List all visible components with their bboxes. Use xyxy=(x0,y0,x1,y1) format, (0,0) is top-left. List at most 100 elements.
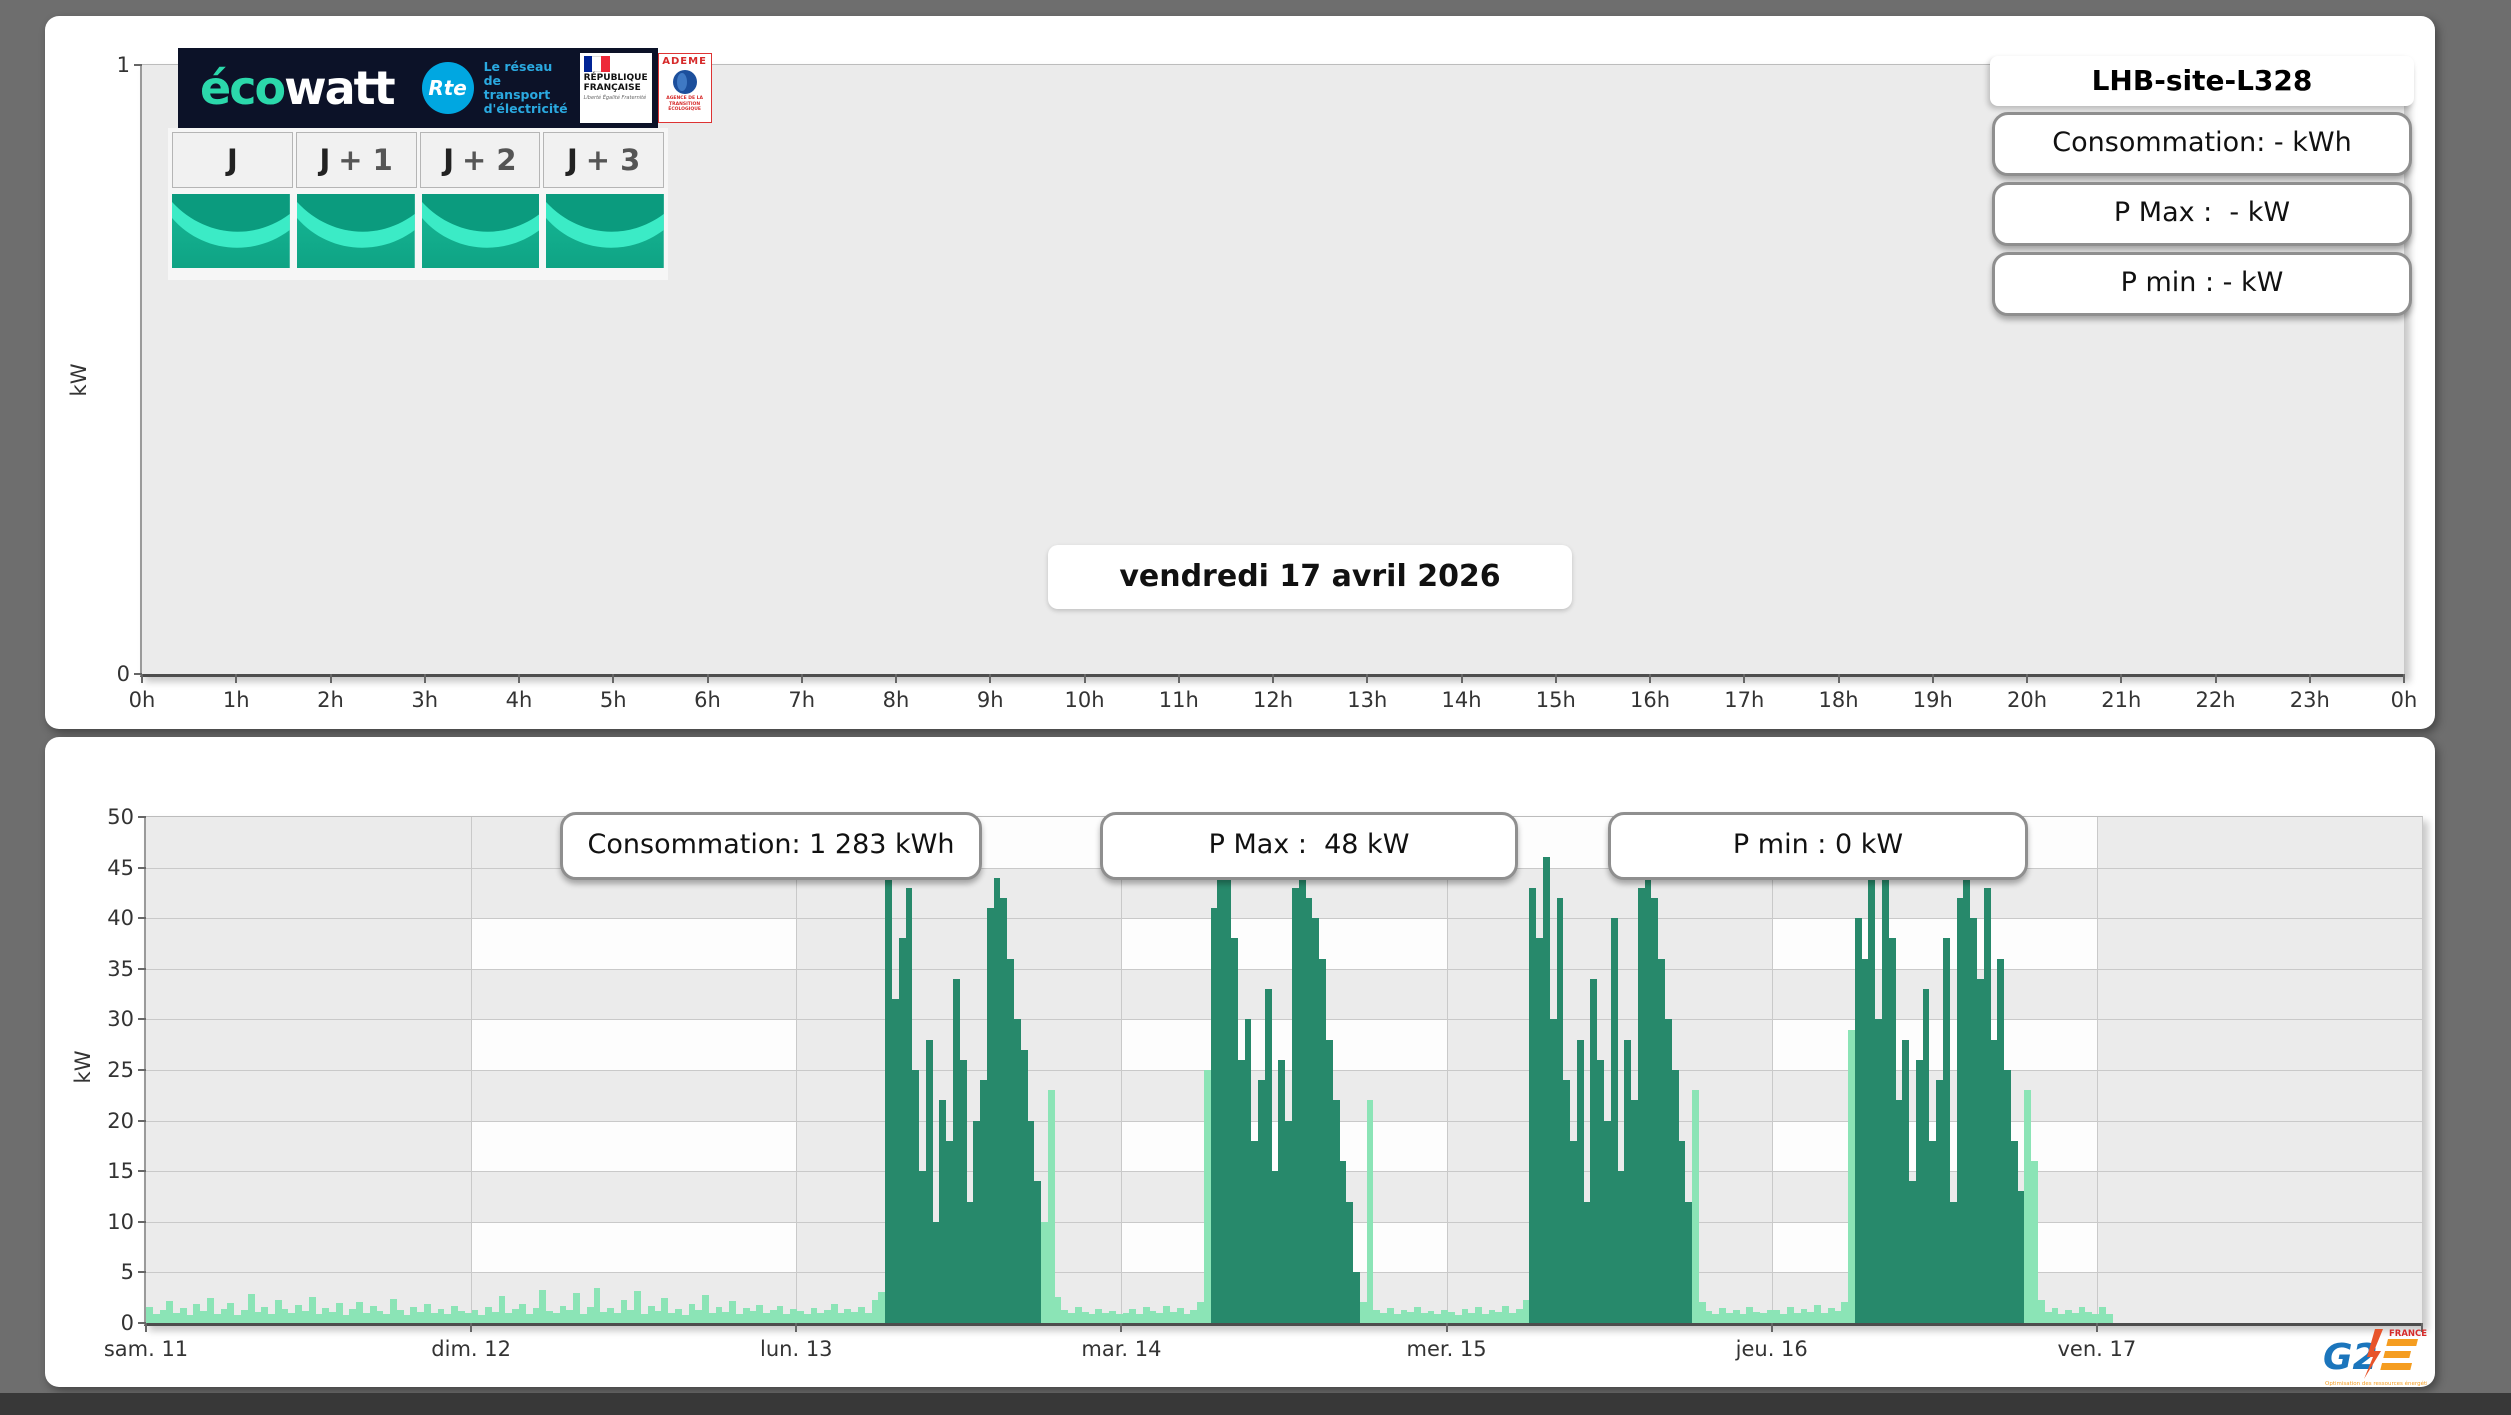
day-pmin-stat: P min : - kW xyxy=(1992,252,2412,316)
bar-slot xyxy=(2058,817,2066,1323)
power-bar xyxy=(1203,1070,1211,1323)
bar-slot xyxy=(1651,817,1659,1323)
day-button-j[interactable]: J xyxy=(172,132,293,188)
bar-slot xyxy=(268,817,275,1323)
top-chart-xtick-mark xyxy=(1743,674,1746,683)
top-chart-xtick-mark xyxy=(1177,674,1180,683)
bar-slot xyxy=(1210,817,1218,1323)
bar-slot xyxy=(966,817,974,1323)
power-bar xyxy=(1176,1307,1184,1323)
power-bar xyxy=(288,1312,296,1323)
power-bar xyxy=(1366,1100,1374,1323)
bar-slot xyxy=(810,817,818,1323)
power-bar xyxy=(274,1299,282,1323)
bar-slot xyxy=(905,817,913,1323)
power-bar xyxy=(200,1310,208,1323)
power-bar xyxy=(566,1309,574,1323)
power-bar xyxy=(2051,1307,2059,1323)
week-chart-y-axis-label: kW xyxy=(71,1050,95,1084)
bar-slot xyxy=(451,817,458,1323)
power-bar xyxy=(1990,1039,1998,1323)
bar-slot xyxy=(627,817,635,1323)
top-chart-hour-label: 12h xyxy=(1252,688,1294,712)
power-bar xyxy=(1231,938,1238,1323)
bar-slot xyxy=(1122,817,1130,1323)
power-bar xyxy=(695,1309,703,1323)
week-chart-day-label: ven. 17 xyxy=(2057,1337,2137,1361)
week-chart-ytick-label: 40 xyxy=(107,906,134,931)
bar-slot xyxy=(783,817,791,1323)
rte-tagline: Le réseau de transport d'électricité xyxy=(483,59,568,116)
top-chart-hour-label: 0h xyxy=(128,688,156,712)
day-button-j-plus-1[interactable]: J + 1 xyxy=(295,132,417,188)
day-button-j-plus-2[interactable]: J + 2 xyxy=(419,132,541,188)
ecowatt-gauge-day-3[interactable] xyxy=(546,194,664,268)
bar-slot xyxy=(2031,817,2038,1323)
ecowatt-gauge-day-2[interactable] xyxy=(421,194,540,268)
power-bar xyxy=(830,1303,838,1323)
bar-slot xyxy=(1346,817,1354,1323)
top-chart-hour-label: 9h xyxy=(976,688,1004,712)
bar-slot xyxy=(1583,817,1591,1323)
bar-slot xyxy=(1746,817,1754,1323)
power-bar xyxy=(532,1307,540,1323)
power-bar xyxy=(1868,877,1876,1323)
power-bar xyxy=(1224,857,1231,1323)
power-bar xyxy=(1576,1039,1584,1323)
power-bar xyxy=(1332,1100,1340,1323)
power-bar xyxy=(1814,1304,1821,1323)
top-chart-xtick-mark xyxy=(1460,674,1463,683)
bar-slot xyxy=(295,817,302,1323)
power-bar xyxy=(505,1312,513,1323)
power-bar xyxy=(2105,1313,2113,1323)
bar-slot xyxy=(763,817,770,1323)
power-bar xyxy=(464,1312,472,1323)
power-bar xyxy=(1454,1314,1462,1323)
bar-slot xyxy=(1603,817,1611,1323)
power-bar xyxy=(1529,887,1537,1323)
republique-francaise-logo: RÉPUBLIQUE FRANÇAISE Liberté Égalité Fra… xyxy=(579,53,652,123)
bar-slot xyxy=(315,817,323,1323)
power-bar xyxy=(1081,1311,1089,1323)
bar-slot xyxy=(1827,817,1835,1323)
power-bar xyxy=(1156,1312,1164,1323)
bar-slot xyxy=(2187,817,2194,1323)
power-bar xyxy=(1319,958,1326,1323)
bar-slot xyxy=(2228,817,2235,1323)
power-bar xyxy=(1902,1039,1910,1323)
power-bar xyxy=(1346,1201,1354,1323)
bar-slot xyxy=(1115,817,1123,1323)
top-chart-hour-label: 18h xyxy=(1818,688,1859,712)
power-bar xyxy=(390,1298,397,1323)
power-bar xyxy=(627,1309,635,1323)
power-bar xyxy=(1115,1313,1123,1323)
ecowatt-gauge-day-1[interactable] xyxy=(296,194,415,268)
bar-slot xyxy=(641,817,648,1323)
bar-slot xyxy=(2397,817,2404,1323)
power-bar xyxy=(1882,862,1889,1323)
bar-slot xyxy=(1380,817,1387,1323)
bar-slot xyxy=(512,817,519,1323)
bar-slot xyxy=(254,817,262,1323)
bar-slot xyxy=(207,817,214,1323)
power-bar xyxy=(1671,1070,1679,1323)
day-button-j-plus-3[interactable]: J + 3 xyxy=(543,132,664,188)
power-bar xyxy=(1102,1312,1109,1323)
bar-slot xyxy=(1854,817,1862,1323)
power-bar xyxy=(1556,897,1564,1323)
republique-francaise-text: RÉPUBLIQUE FRANÇAISE xyxy=(583,73,648,93)
power-bar xyxy=(1339,1161,1347,1323)
week-chart-ytick-mark xyxy=(138,1271,146,1274)
power-bar xyxy=(498,1295,506,1323)
ecowatt-gauge-day-0[interactable] xyxy=(172,194,290,268)
bar-slot xyxy=(1468,817,1476,1323)
day-button-suffix: + 2 xyxy=(461,143,517,177)
g2e-logo-g2: G2 xyxy=(2323,1337,2378,1378)
power-bar xyxy=(1149,1310,1157,1323)
week-chart-xtick-mark xyxy=(2095,1323,2098,1332)
top-chart-xtick-mark xyxy=(2214,674,2217,683)
bar-slot xyxy=(220,817,228,1323)
power-bar xyxy=(1217,837,1225,1323)
site-name-label: LHB-site-L328 xyxy=(1990,56,2414,106)
bar-slot xyxy=(1732,817,1740,1323)
